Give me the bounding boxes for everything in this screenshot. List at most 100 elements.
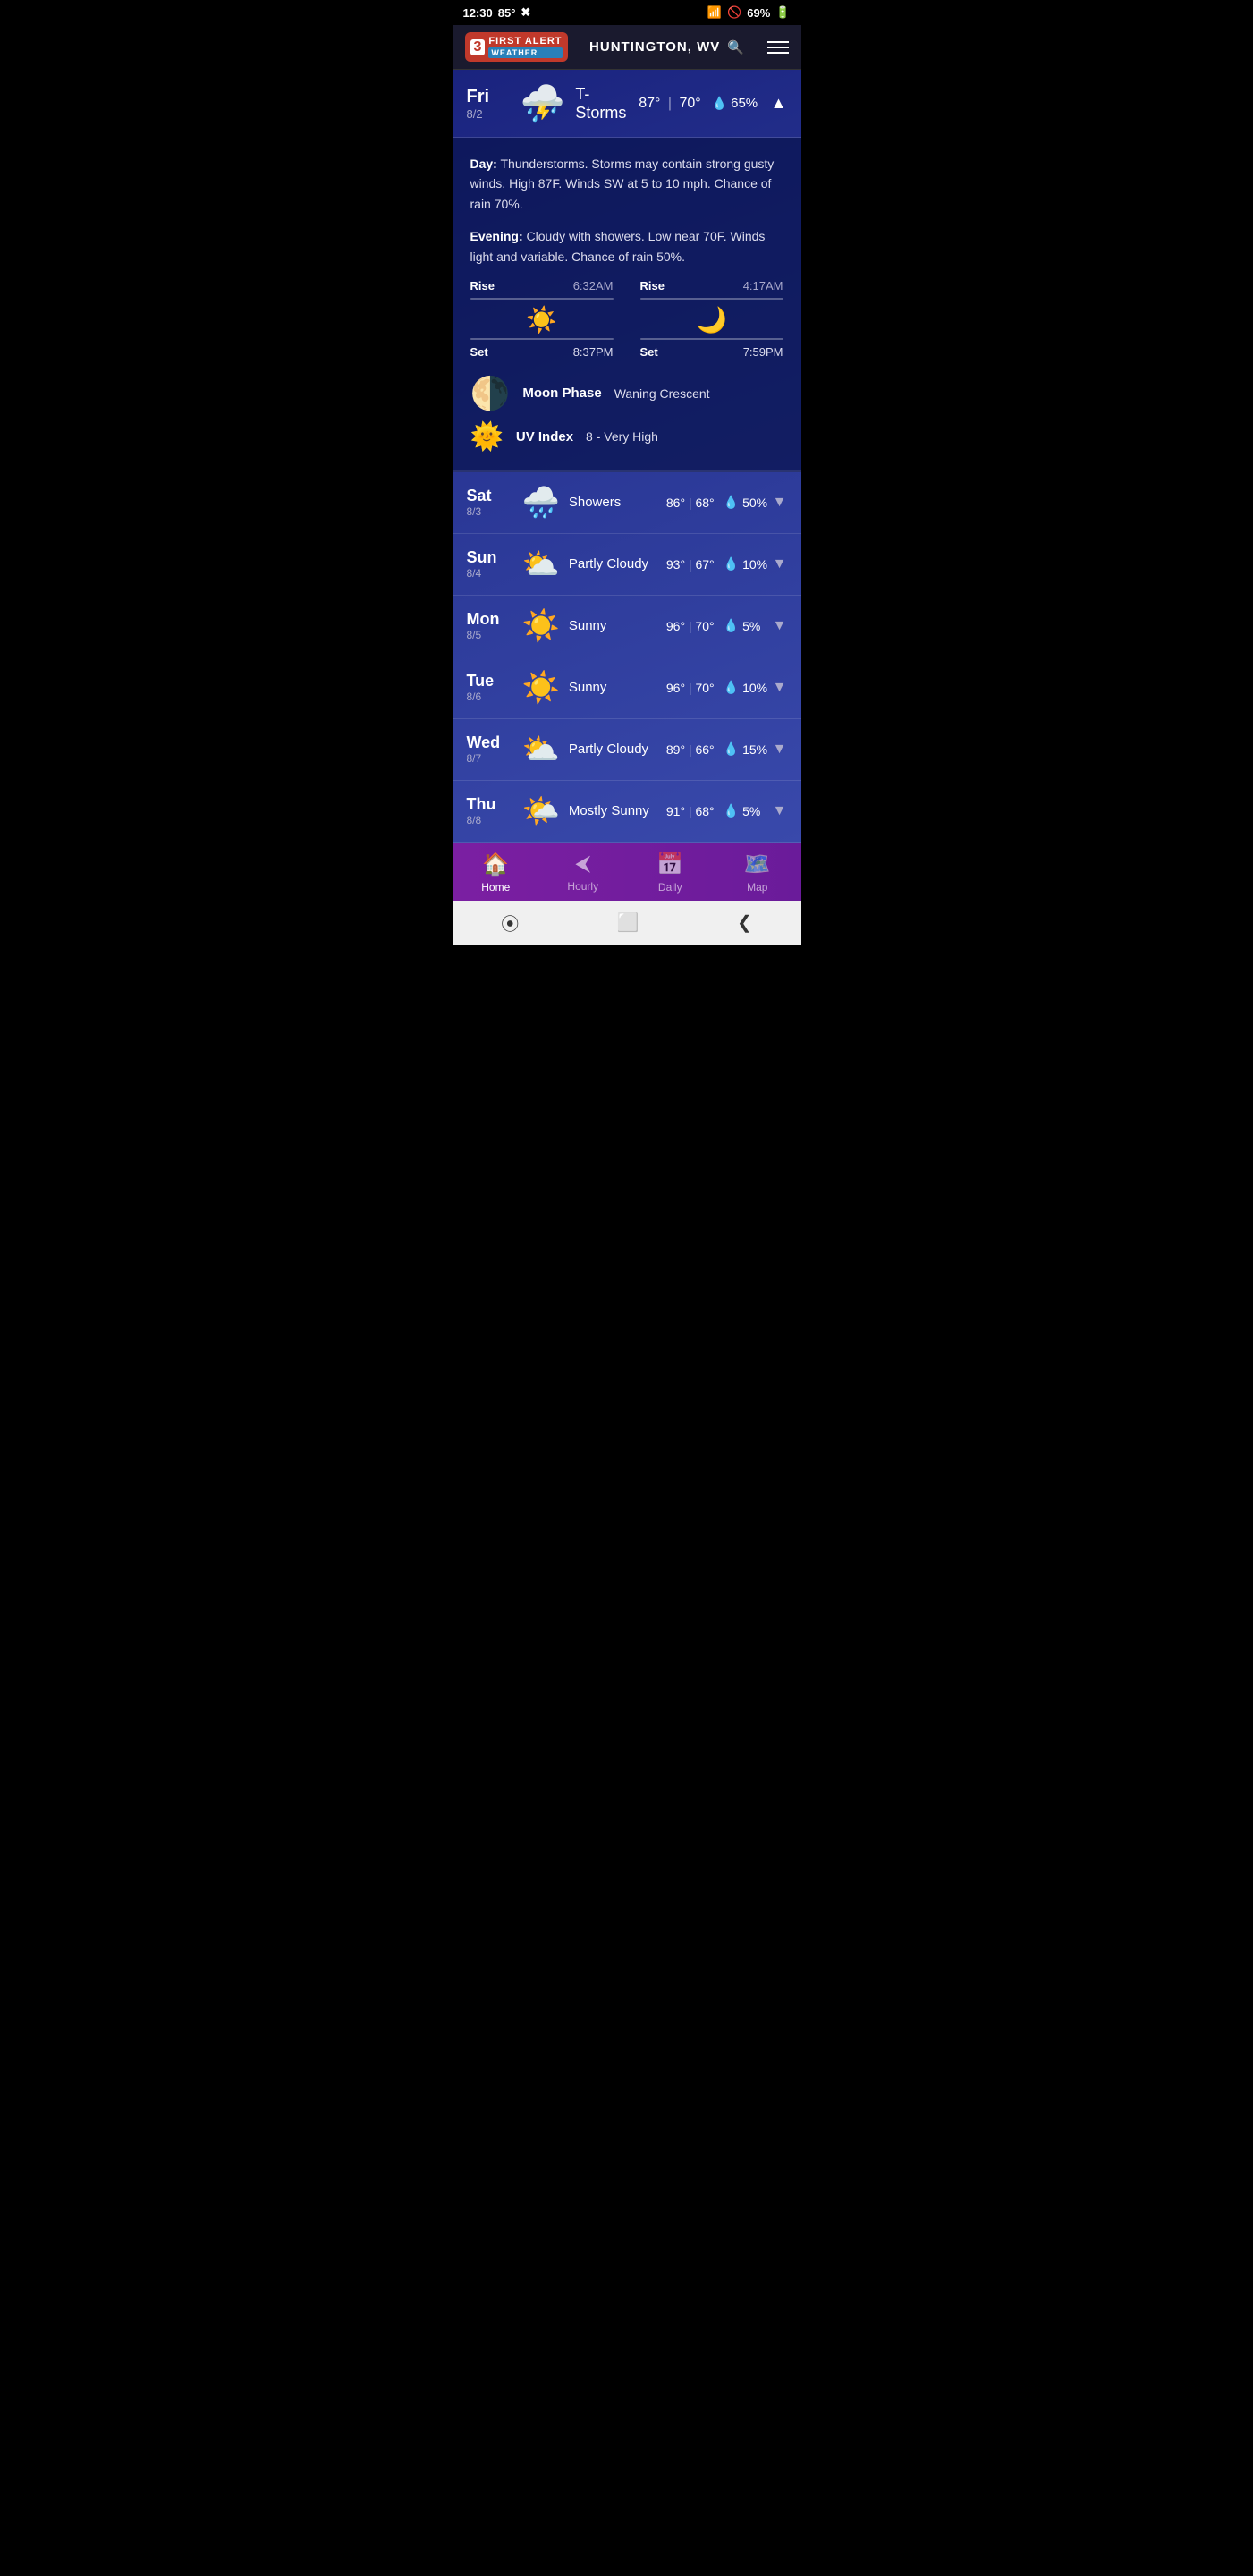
moon-rise-time: 4:17AM <box>743 279 783 292</box>
sun-set-label: Set <box>470 345 488 359</box>
day-label: Day: <box>470 157 497 171</box>
header-menu[interactable] <box>767 41 789 54</box>
drop-icon-5: 💧 <box>724 803 739 818</box>
drop-icon-2: 💧 <box>724 618 739 633</box>
forecast-icon-3: ☀️ <box>522 670 560 706</box>
wifi-icon: 📶 <box>707 5 722 20</box>
logo-text: FIRST ALERT WEATHER <box>488 36 562 58</box>
forecast-temps-4: 89° | 66° <box>666 742 715 757</box>
today-row[interactable]: Fri 8/2 ⛈️ T-Storms 87° | 70° 💧 65% ▲ <box>453 70 801 138</box>
today-precip-pct: 65% <box>731 96 758 111</box>
hamburger-menu[interactable] <box>767 41 789 54</box>
forecast-icon-0: 🌧️ <box>522 485 560 521</box>
forecast-row-3[interactable]: Tue 8/6 ☀️ Sunny 96° | 70° 💧 10% ▼ <box>453 657 801 719</box>
forecast-date-0: Sat 8/3 <box>467 487 513 518</box>
logo-number: 3 <box>470 39 486 55</box>
drop-icon-3: 💧 <box>724 680 739 695</box>
forecast-date-5: Thu 8/8 <box>467 795 513 826</box>
status-temp: 85° <box>498 6 516 20</box>
nav-daily[interactable]: 📅 Daily <box>643 852 697 894</box>
map-label: Map <box>747 881 767 894</box>
forecast-temps-3: 96° | 70° <box>666 681 715 695</box>
forecast-condition-5: Mostly Sunny <box>569 803 666 818</box>
today-weather-icon: ⛈️ <box>521 82 565 124</box>
forecast-icon-2: ☀️ <box>522 608 560 644</box>
moon-rise-label: Rise <box>640 279 665 292</box>
today-date: Fri 8/2 <box>467 87 510 121</box>
moon-bar2 <box>640 338 783 340</box>
today-condition: T-Storms <box>575 85 639 123</box>
drop-icon-4: 💧 <box>724 741 739 757</box>
forecast-list: Sat 8/3 🌧️ Showers 86° | 68° 💧 50% ▼ Sun… <box>453 472 801 843</box>
hourly-icon: ⮜ <box>575 852 590 877</box>
sun-rise-label: Rise <box>470 279 495 292</box>
forecast-condition-4: Partly Cloudy <box>569 741 666 757</box>
app-header: 3 FIRST ALERT WEATHER HUNTINGTON, WV 🔍 <box>453 25 801 70</box>
sun-bar2 <box>470 338 614 340</box>
sun-set-time: 8:37PM <box>573 345 614 359</box>
forecast-row-0[interactable]: Sat 8/3 🌧️ Showers 86° | 68° 💧 50% ▼ <box>453 472 801 534</box>
sun-icon: ☀️ <box>470 305 614 335</box>
forecast-chevron-5[interactable]: ▼ <box>773 803 787 819</box>
forecast-row-1[interactable]: Sun 8/4 ⛅ Partly Cloudy 93° | 67° 💧 10% … <box>453 534 801 596</box>
forecast-icon-5: 🌤️ <box>522 793 560 829</box>
rain-drop-icon: 💧 <box>712 96 727 111</box>
moon-block: Rise 4:17AM 🌙 Set 7:59PM <box>640 279 783 359</box>
evening-label: Evening: <box>470 229 523 243</box>
forecast-chevron-4[interactable]: ▼ <box>773 741 787 758</box>
search-icon[interactable]: 🔍 <box>727 39 745 55</box>
forecast-icon-1: ⛅ <box>522 547 560 582</box>
android-nav-bar: ⦿ ⬜ ❮ <box>453 901 801 945</box>
today-low: 70° <box>679 96 700 111</box>
forecast-precip-4: 💧 15% <box>724 741 773 757</box>
location-text: HUNTINGTON, WV <box>589 39 720 55</box>
nav-hourly[interactable]: ⮜ Hourly <box>556 852 610 893</box>
logo-first-alert: FIRST ALERT <box>488 36 562 47</box>
forecast-precip-5: 💧 5% <box>724 803 773 818</box>
forecast-date-4: Wed 8/7 <box>467 733 513 765</box>
android-recent-icon[interactable]: ⦿ <box>501 910 519 936</box>
map-icon: 🗺️ <box>744 852 771 877</box>
app-logo: 3 FIRST ALERT WEATHER <box>465 32 568 62</box>
forecast-condition-3: Sunny <box>569 680 666 695</box>
nav-map[interactable]: 🗺️ Map <box>731 852 784 894</box>
moon-bar <box>640 298 783 300</box>
today-expand-chevron[interactable]: ▲ <box>771 94 787 113</box>
forecast-condition-1: Partly Cloudy <box>569 556 666 572</box>
forecast-date-1: Sun 8/4 <box>467 548 513 580</box>
home-icon: 🏠 <box>482 852 509 877</box>
today-temps: 87° | 70° <box>639 96 700 112</box>
uv-value: 8 - Very High <box>586 429 658 444</box>
moon-set-time: 7:59PM <box>743 345 783 359</box>
forecast-precip-0: 💧 50% <box>724 495 773 510</box>
forecast-date-3: Tue 8/6 <box>467 672 513 703</box>
forecast-chevron-1[interactable]: ▼ <box>773 556 787 572</box>
forecast-condition-0: Showers <box>569 495 666 510</box>
android-back-icon[interactable]: ❮ <box>737 911 752 934</box>
forecast-row-5[interactable]: Thu 8/8 🌤️ Mostly Sunny 91° | 68° 💧 5% ▼ <box>453 781 801 843</box>
forecast-chevron-3[interactable]: ▼ <box>773 680 787 696</box>
uv-sun-icon: 🌞 <box>470 421 504 453</box>
daily-icon: 📅 <box>656 852 683 877</box>
forecast-precip-3: 💧 10% <box>724 680 773 695</box>
home-label: Home <box>481 881 510 894</box>
moon-phase-label: Moon Phase <box>522 386 601 401</box>
nav-home[interactable]: 🏠 Home <box>469 852 522 894</box>
sun-block: Rise 6:32AM ☀️ Set 8:37PM <box>470 279 614 359</box>
bottom-nav: 🏠 Home ⮜ Hourly 📅 Daily 🗺️ Map <box>453 843 801 901</box>
forecast-row-2[interactable]: Mon 8/5 ☀️ Sunny 96° | 70° 💧 5% ▼ <box>453 596 801 657</box>
forecast-chevron-0[interactable]: ▼ <box>773 495 787 511</box>
forecast-chevron-2[interactable]: ▼ <box>773 618 787 634</box>
today-precip: 💧 65% <box>712 96 766 111</box>
status-time: 12:30 <box>463 6 493 20</box>
detail-panel: Day: Thunderstorms. Storms may contain s… <box>453 138 801 472</box>
battery-percent: 69% <box>747 6 770 20</box>
detail-evening-text: Evening: Cloudy with showers. Low near 7… <box>470 226 783 267</box>
battery-icon: 🔋 <box>775 5 790 20</box>
forecast-row-4[interactable]: Wed 8/7 ⛅ Partly Cloudy 89° | 66° 💧 15% … <box>453 719 801 781</box>
hourly-label: Hourly <box>567 880 598 893</box>
android-home-icon[interactable]: ⬜ <box>617 911 639 934</box>
drop-icon-1: 💧 <box>724 556 739 572</box>
sun-bar <box>470 298 614 300</box>
moon-crescent-icon: 🌙 <box>640 305 783 335</box>
